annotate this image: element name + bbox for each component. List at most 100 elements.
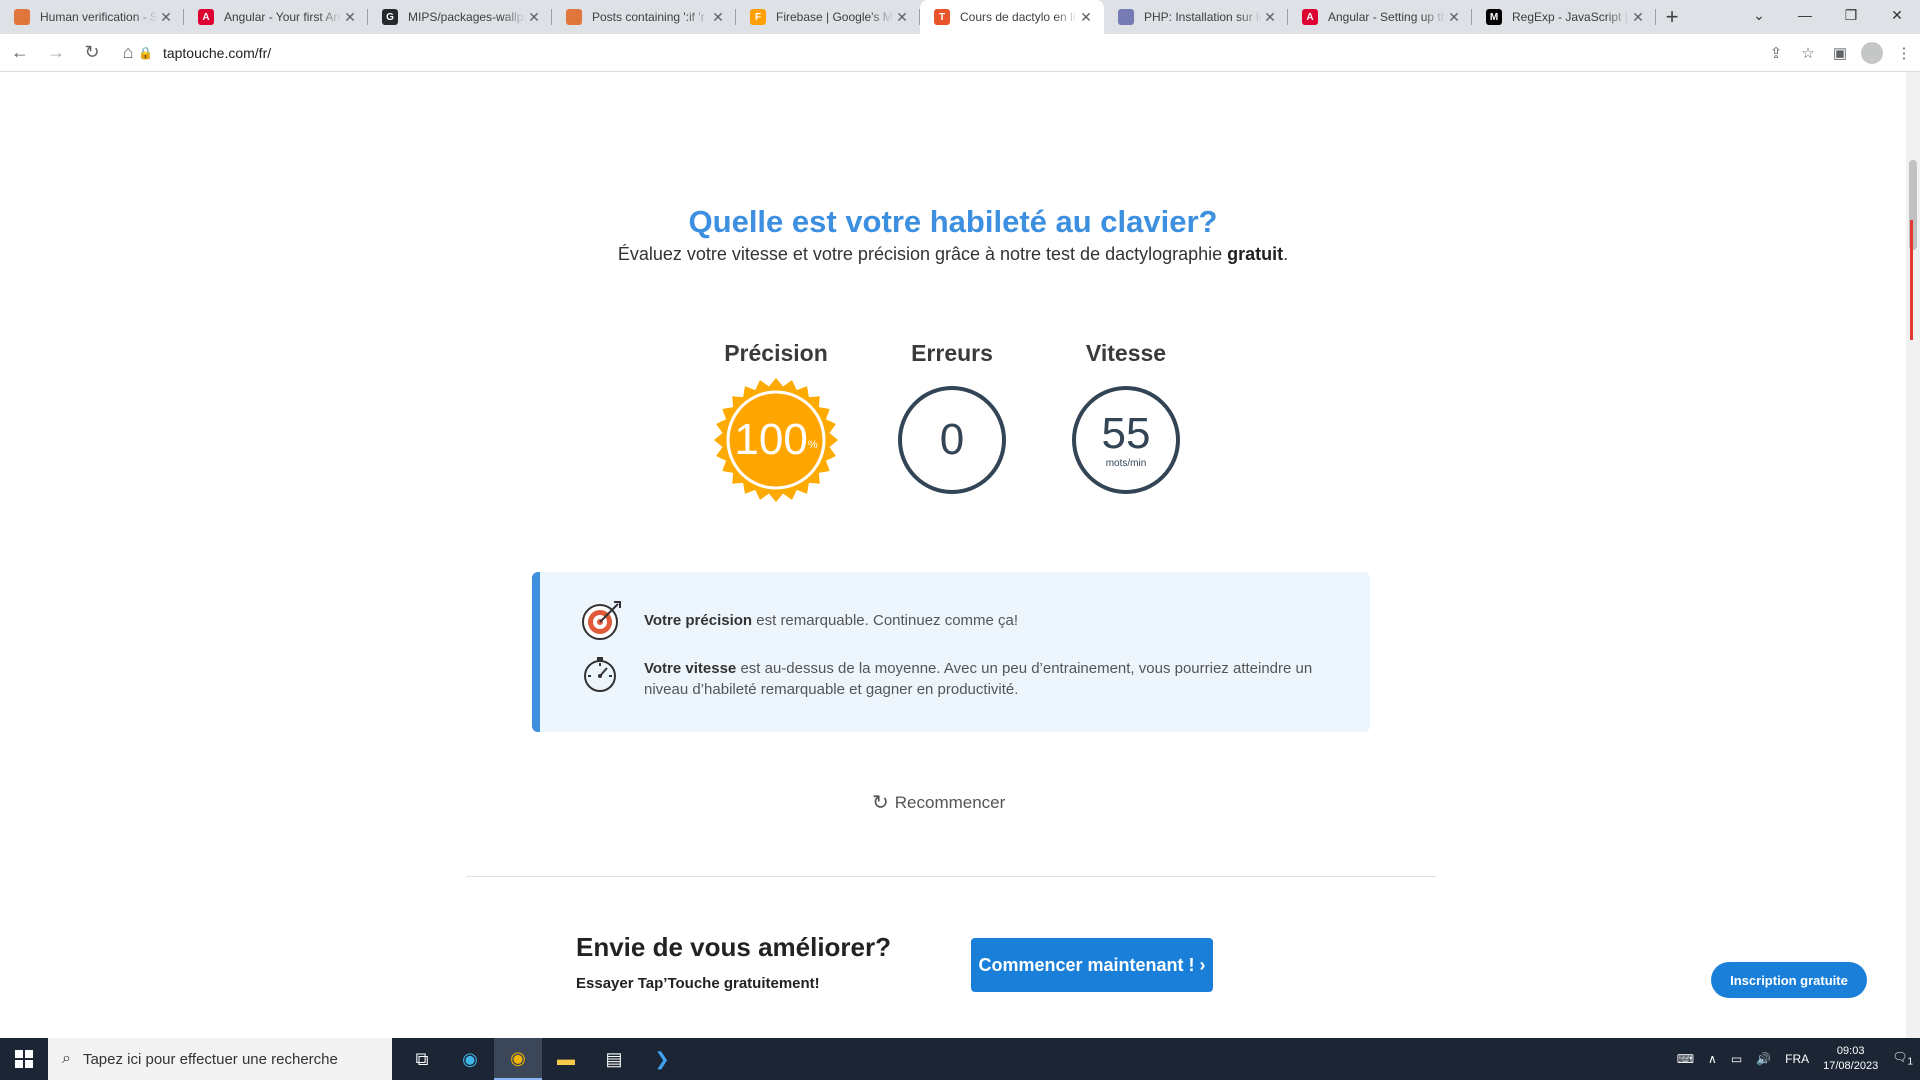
browser-tab[interactable]: Posts containing ':if 'r ✕ [552,0,736,34]
precision-feedback-text: Votre précision est remarquable. Continu… [644,610,1344,631]
promo-subtitle: Essayer Tap’Touche gratuitement! [576,975,820,992]
tab-close-icon[interactable]: ✕ [1262,9,1278,26]
windows-taskbar: ⌕ Tapez ici pour effectuer une recherche… [0,1038,1920,1080]
file-explorer-icon[interactable]: ▬ [542,1038,590,1080]
volume-icon[interactable]: 🔊 [1749,1052,1778,1066]
target-icon [582,601,621,640]
tab-close-icon[interactable]: ✕ [1078,9,1094,26]
tab-title: PHP: Installation sur le [1144,10,1262,24]
subtitle-text: Évaluez votre vitesse et votre précision… [617,244,1228,264]
network-icon[interactable]: ▭ [1724,1052,1749,1066]
lock-icon[interactable]: 🔒 [138,46,153,60]
menu-icon[interactable]: ⋮ [1888,37,1920,69]
browser-tab[interactable]: G MIPS/packages-wallpa ✕ [368,0,552,34]
tray-chevron-icon[interactable]: ∧ [1701,1052,1724,1066]
side-panel-icon[interactable]: ▣ [1824,37,1856,69]
system-tray: ⌨ ∧ ▭ 🔊 FRA 09:03 17/08/2023 🗨1 [1670,1038,1920,1080]
tab-close-icon[interactable]: ✕ [158,9,174,26]
restart-label: Recommencer [894,792,1006,812]
reload-button[interactable]: ↻ [76,37,108,69]
tab-close-icon[interactable]: ✕ [342,9,358,26]
tab-strip: Human verification - S ✕ A Angular - Your f… [0,0,1920,34]
precision-value-wrap: 100% [713,377,839,503]
browser-tab[interactable]: T Cours de dactylo en li ✕ [920,0,1104,34]
speed-ring: 55 mots/min [1072,386,1180,494]
precision-feedback-bold: Votre précision [644,612,753,629]
search-icon: ⌕ [62,1050,71,1067]
tab-favicon-icon [14,9,30,25]
precision-unit: % [807,439,818,451]
promo-title: Envie de vous améliorer? [576,932,892,962]
bookmark-star-icon[interactable]: ☆ [1792,37,1824,69]
clock-time: 09:03 [1836,1045,1865,1057]
tab-title: Human verification - S [40,10,158,24]
browser-tab[interactable]: Human verification - S ✕ [0,0,184,34]
page-title: Quelle est votre habileté au clavier? [688,204,1218,239]
language-indicator[interactable]: FRA [1778,1052,1816,1066]
close-window-button[interactable]: ✕ [1874,0,1920,30]
taskbar-search-input[interactable]: ⌕ Tapez ici pour effectuer une recherche [48,1038,392,1080]
browser-tab[interactable]: PHP: Installation sur le ✕ [1104,0,1288,34]
subtitle-bold: gratuit [1227,244,1284,264]
speed-unit: mots/min [1105,457,1147,469]
taskbar-apps: ⧉ ◉ ◉ ▬ ▤ ❯ [398,1038,686,1080]
speed-feedback-bold: Votre vitesse [644,660,737,677]
speed-feedback-text: Votre vitesse est au-dessus de la moyenn… [644,658,1344,700]
free-signup-button[interactable]: Inscription gratuite [1711,962,1867,998]
restart-icon: ↻ [872,792,889,814]
new-tab-button[interactable]: + [1656,0,1688,34]
tab-close-icon[interactable]: ✕ [894,9,910,26]
store-icon[interactable]: ▤ [590,1038,638,1080]
speed-feedback: Votre vitesse est au-dessus de la moyenn… [580,652,1344,700]
browser-tab[interactable]: M RegExp - JavaScript | M ✕ [1472,0,1656,34]
tab-title: Angular - Your first An [224,10,341,24]
tab-favicon-icon [1118,9,1134,25]
tab-close-icon[interactable]: ✕ [710,9,726,26]
clock-date: 17/08/2023 [1823,1060,1879,1072]
precision-label: Précision [724,340,828,366]
clock[interactable]: 09:03 17/08/2023 [1816,1044,1885,1074]
minimize-button[interactable]: — [1782,0,1828,30]
edge-icon[interactable]: ◉ [446,1038,494,1080]
browser-tab[interactable]: F Firebase | Google's Mo ✕ [736,0,920,34]
tab-list: Human verification - S ✕ A Angular - Your f… [0,0,1656,34]
address-bar[interactable]: 🔒 taptouche.com/fr/ [138,39,1778,67]
precision-value: 100 [734,415,808,464]
tab-search-icon[interactable]: ⌄ [1736,0,1782,30]
tab-close-icon[interactable]: ✕ [1446,9,1462,26]
browser-tab[interactable]: A Angular - Your first An ✕ [184,0,368,34]
share-icon[interactable]: ⇪ [1760,37,1792,69]
profile-avatar[interactable] [1856,37,1888,69]
tab-title: RegExp - JavaScript | M [1512,10,1630,24]
precision-badge: 100% [713,377,839,503]
notification-icon[interactable]: 🗨1 [1885,1050,1920,1067]
restart-button[interactable]: ↻ Recommencer [872,790,1005,815]
forward-button[interactable]: → [40,37,72,69]
tab-favicon-icon: G [382,9,398,25]
tab-favicon-icon: T [934,9,950,25]
tab-close-icon[interactable]: ✕ [526,9,542,26]
speedometer-icon [584,657,616,692]
browser-toolbar: ← → ↻ ⌂ 🔒 taptouche.com/fr/ ⇪ ☆ ▣ ⋮ [0,34,1920,72]
speed-label: Vitesse [1085,340,1167,366]
tab-close-icon[interactable]: ✕ [1630,9,1646,26]
start-now-button[interactable]: Commencer maintenant ! › [971,938,1213,992]
back-button[interactable]: ← [4,37,36,69]
keyboard-icon[interactable]: ⌨ [1670,1052,1701,1066]
tab-favicon-icon: M [1486,9,1502,25]
tab-title: Posts containing ':if 'r [592,10,705,24]
precision-feedback-body: est remarquable. Continuez comme ça! [752,612,1019,629]
section-divider [466,876,1436,877]
tab-favicon-icon [566,9,582,25]
url-text: taptouche.com/fr/ [162,45,272,61]
task-view-icon[interactable]: ⧉ [398,1038,446,1080]
chrome-icon[interactable]: ◉ [494,1038,542,1080]
start-button[interactable] [0,1038,48,1080]
notification-count: 1 [1907,1056,1913,1068]
browser-tab[interactable]: A Angular - Setting up th ✕ [1288,0,1472,34]
vscode-icon[interactable]: ❯ [638,1038,686,1080]
scrollbar-find-marker [1910,220,1913,340]
page-scrollbar[interactable] [1906,72,1920,1038]
precision-feedback: Votre précision est remarquable. Continu… [580,598,1344,642]
maximize-button[interactable]: ❐ [1828,0,1874,30]
